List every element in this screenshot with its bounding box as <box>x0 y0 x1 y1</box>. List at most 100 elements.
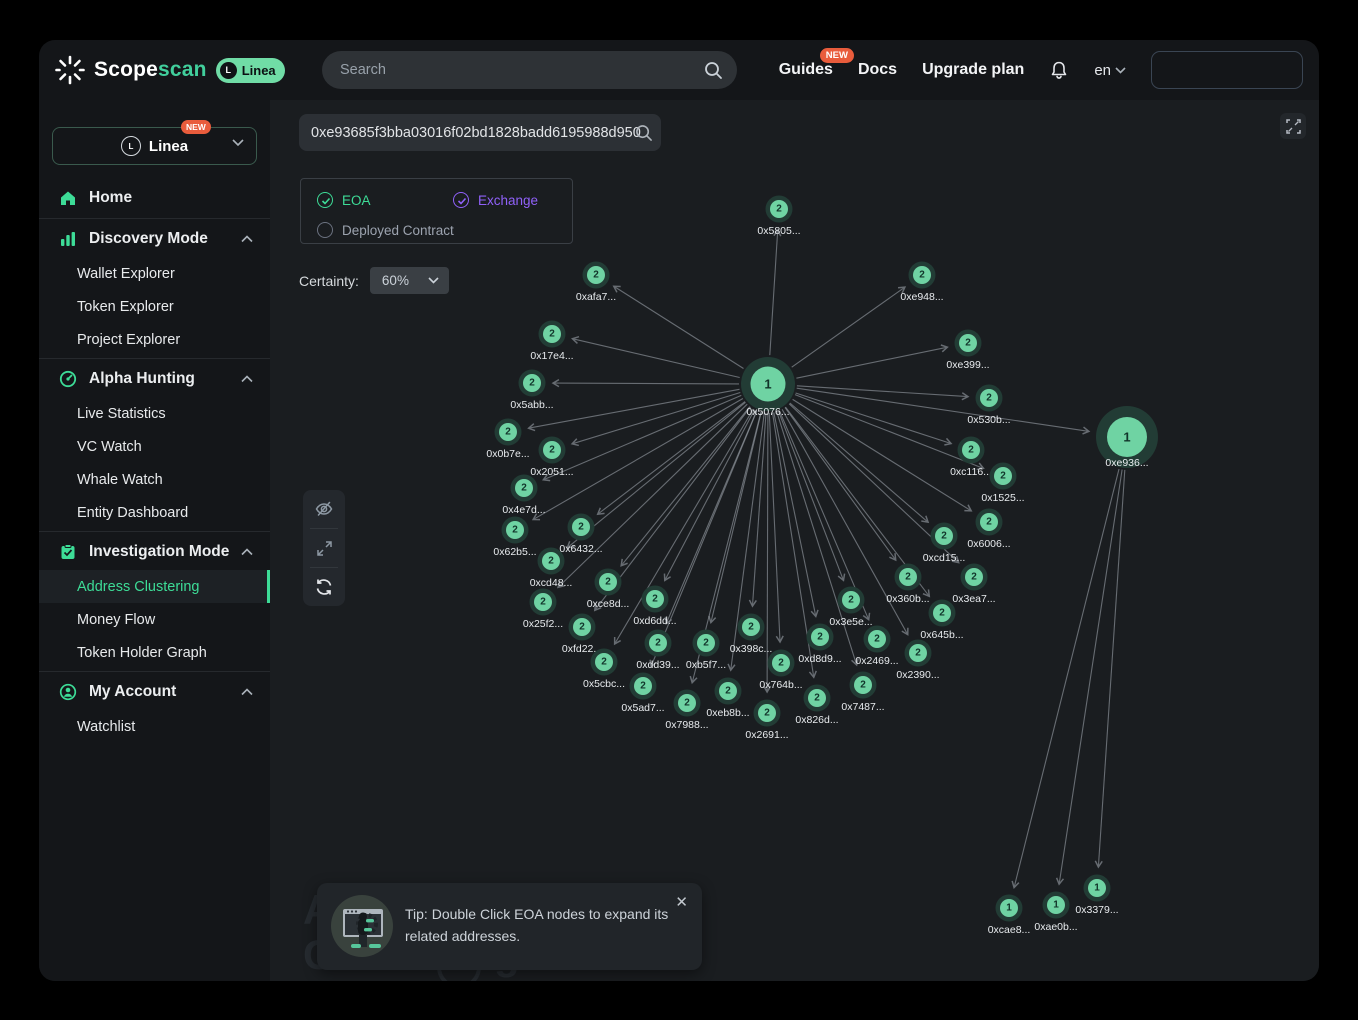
home-icon <box>59 189 77 207</box>
chevron-down-icon <box>428 277 439 284</box>
graph-node[interactable]: 20x5ad7... <box>621 673 664 715</box>
graph-node[interactable]: 20x4e7d... <box>502 475 545 517</box>
graph-node[interactable]: 20xb5f7... <box>686 630 726 672</box>
fullscreen-button[interactable] <box>1280 113 1306 139</box>
graph-node[interactable]: 20x360b... <box>886 564 929 606</box>
graph-node[interactable]: 10x3379... <box>1075 875 1118 917</box>
scopescan-logo-icon <box>55 55 85 85</box>
sidebar-item-project-explorer[interactable]: Project Explorer <box>39 323 270 356</box>
refresh-button[interactable] <box>303 568 345 606</box>
graph-node[interactable]: 20x17e4... <box>530 321 573 363</box>
graph-node[interactable]: 20xd8d9... <box>798 624 841 666</box>
language-selector[interactable]: en <box>1094 62 1126 79</box>
graph-node[interactable]: 20xeb8b... <box>706 678 749 720</box>
graph-node[interactable]: 20xfd22... <box>562 614 602 656</box>
sidebar-item-address-clustering[interactable]: Address Clustering <box>39 570 270 603</box>
node-address-label: 0x2051... <box>530 466 573 478</box>
sidebar-item-token-explorer[interactable]: Token Explorer <box>39 290 270 323</box>
graph-node[interactable]: 20x764b... <box>759 650 802 692</box>
node-count: 2 <box>776 204 782 215</box>
graph-node[interactable]: 20x0b7e... <box>486 419 529 461</box>
tip-text: Tip: Double Click EOA nodes to expand it… <box>405 904 671 947</box>
graph-node[interactable]: 20xafa7... <box>576 262 616 304</box>
sidebar-item-wallet-explorer[interactable]: Wallet Explorer <box>39 257 270 290</box>
graph-node[interactable]: 20xce8d... <box>587 569 630 611</box>
expand-graph-button[interactable] <box>303 529 345 567</box>
sidebar-item-whale-watch[interactable]: Whale Watch <box>39 463 270 496</box>
filter-eoa[interactable]: EOA <box>317 192 371 208</box>
graph-node[interactable]: 20x5abb... <box>510 370 553 412</box>
graph-node[interactable]: 20x645b... <box>920 600 963 642</box>
logo[interactable]: Scopescan L Linea <box>55 40 285 100</box>
nav-upgrade-plan[interactable]: Upgrade plan <box>922 61 1024 79</box>
graph-node[interactable]: 10xae0b... <box>1034 892 1077 934</box>
chevron-up-icon <box>241 548 253 556</box>
graph-node[interactable]: 10x5076... <box>741 357 795 418</box>
global-search[interactable] <box>322 51 737 89</box>
graph-node[interactable]: 20x7487... <box>841 672 884 714</box>
node-count: 2 <box>549 329 555 340</box>
sidebar-item-token-holder-graph[interactable]: Token Holder Graph <box>39 636 270 669</box>
hide-labels-button[interactable] <box>303 490 345 528</box>
graph-canvas-area[interactable]: Address Clustering 10x5076...10xe936...2… <box>270 100 1319 981</box>
sidebar-section-investigation-mode[interactable]: Investigation Mode <box>39 534 270 570</box>
graph-node[interactable]: 10xcae8... <box>988 895 1031 937</box>
node-count: 2 <box>939 608 945 619</box>
sidebar-section-my-account[interactable]: My Account <box>39 674 270 710</box>
filter-deployed-contract[interactable]: Deployed Contract <box>317 222 454 238</box>
graph-node[interactable]: 20x2051... <box>530 437 573 479</box>
sidebar-item-watchlist[interactable]: Watchlist <box>39 710 270 743</box>
address-input[interactable] <box>299 125 661 141</box>
header-action-button[interactable] <box>1151 51 1303 89</box>
graph-node[interactable]: 20x2469... <box>855 626 898 668</box>
notifications-bell-icon[interactable] <box>1049 60 1069 81</box>
graph-node[interactable]: 20xcd15... <box>923 523 966 565</box>
sidebar-section-discovery-mode[interactable]: Discovery Mode <box>39 221 270 257</box>
graph-node[interactable]: 20x2390... <box>896 640 939 682</box>
filter-exchange[interactable]: Exchange <box>453 192 538 208</box>
graph-node[interactable]: 20x6006... <box>967 509 1010 551</box>
header-nav: Guides NEW Docs Upgrade plan en <box>779 40 1303 100</box>
graph-node[interactable]: 20x3ea7... <box>952 564 995 606</box>
graph-node[interactable]: 20x6432... <box>559 514 602 556</box>
guides-new-badge: NEW <box>820 48 854 63</box>
graph-node[interactable]: 20x2691... <box>745 700 788 742</box>
node-address-label: 0xce8d... <box>587 598 630 610</box>
exchange-check-icon <box>453 192 469 208</box>
graph-node[interactable]: 20x3e5e... <box>829 587 872 629</box>
sidebar-item-entity-dashboard[interactable]: Entity Dashboard <box>39 496 270 529</box>
graph-node[interactable]: 20xe948... <box>900 262 943 304</box>
graph-node[interactable]: 10xe936... <box>1096 406 1158 469</box>
node-count: 2 <box>817 632 823 643</box>
graph-node[interactable]: 20x5805... <box>757 196 800 238</box>
close-icon[interactable]: ✕ <box>675 895 688 910</box>
graph-node[interactable]: 20x25f2... <box>523 589 563 631</box>
node-address-label: 0xafa7... <box>576 291 616 303</box>
graph-edge <box>778 411 843 580</box>
graph-node[interactable]: 20xd6dd... <box>633 586 676 628</box>
node-count: 2 <box>848 595 854 606</box>
graph-node[interactable]: 20x530b... <box>967 385 1010 427</box>
node-count: 1 <box>1094 883 1100 894</box>
address-search-box[interactable] <box>299 114 661 151</box>
graph-node[interactable]: 20x7988... <box>665 690 708 732</box>
search-input[interactable] <box>322 62 704 78</box>
graph-node[interactable]: 20x398c... <box>730 614 773 656</box>
sidebar-item-home[interactable]: Home <box>39 180 270 216</box>
graph-node[interactable]: 20xe399... <box>946 330 989 372</box>
account-icon <box>59 683 77 701</box>
sidebar-item-vc-watch[interactable]: VC Watch <box>39 430 270 463</box>
logo-text: Scopescan <box>94 58 207 82</box>
certainty-dropdown[interactable]: 60% <box>370 267 449 294</box>
graph-node[interactable]: 20xdd39... <box>636 630 679 672</box>
node-count: 2 <box>860 680 866 691</box>
nav-docs[interactable]: Docs <box>858 61 897 79</box>
network-selector[interactable]: L Linea NEW <box>52 127 257 165</box>
nav-guides[interactable]: Guides <box>779 61 833 78</box>
sidebar-item-live-statistics[interactable]: Live Statistics <box>39 397 270 430</box>
node-count: 2 <box>748 622 754 633</box>
graph-node[interactable]: 20x62b5... <box>493 517 536 559</box>
sidebar-section-alpha-hunting[interactable]: Alpha Hunting <box>39 361 270 397</box>
divider <box>39 218 270 219</box>
sidebar-item-money-flow[interactable]: Money Flow <box>39 603 270 636</box>
